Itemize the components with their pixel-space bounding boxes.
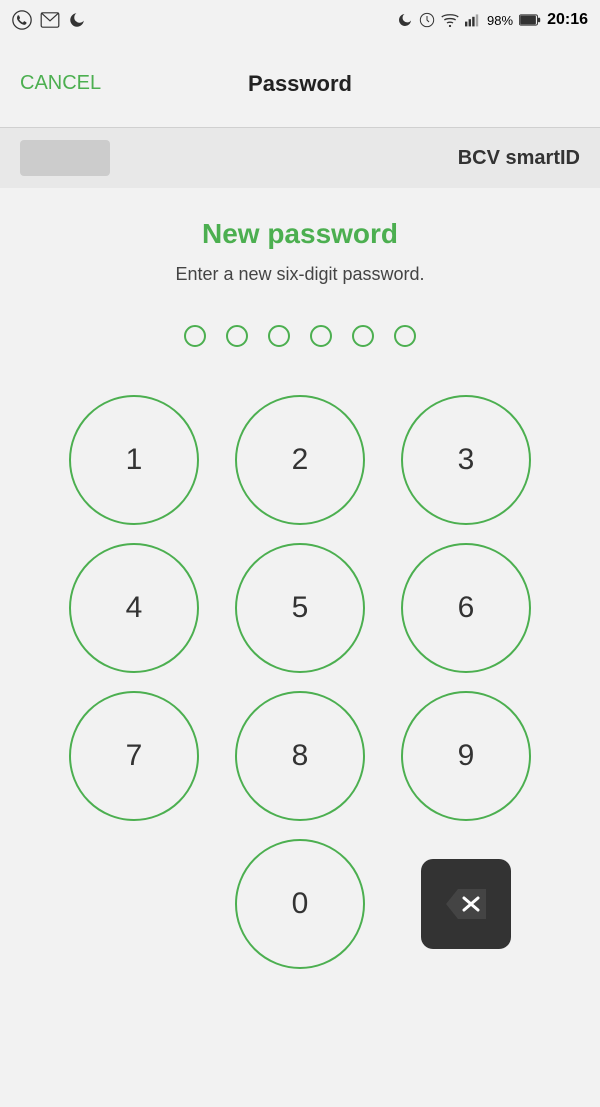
app-header: BCV smartID <box>0 128 600 188</box>
key-1[interactable]: 1 <box>69 395 199 525</box>
battery-percent: 98% <box>487 13 513 28</box>
new-password-title: New password <box>202 218 398 250</box>
key-8[interactable]: 8 <box>235 691 365 821</box>
digit-indicator-4 <box>310 325 332 347</box>
digit-indicator-2 <box>226 325 248 347</box>
delete-key-container <box>401 839 531 969</box>
keypad-row-2: 4 5 6 <box>69 543 531 673</box>
keypad: 1 2 3 4 5 6 7 8 9 0 <box>20 395 580 969</box>
wifi-icon <box>441 13 459 27</box>
keypad-row-1: 1 2 3 <box>69 395 531 525</box>
delete-button[interactable] <box>421 859 511 949</box>
main-content: New password Enter a new six-digit passw… <box>0 188 600 989</box>
nav-title: Password <box>248 71 352 97</box>
digit-indicator-1 <box>184 325 206 347</box>
delete-icon <box>446 889 486 919</box>
app-name-label: BCV smartID <box>458 147 580 170</box>
key-spacer <box>69 839 199 969</box>
key-7[interactable]: 7 <box>69 691 199 821</box>
key-3[interactable]: 3 <box>401 395 531 525</box>
new-password-subtitle: Enter a new six-digit password. <box>175 264 424 285</box>
digit-indicator-5 <box>352 325 374 347</box>
signal-icon <box>465 13 481 27</box>
status-left-icons <box>12 10 86 30</box>
key-9[interactable]: 9 <box>401 691 531 821</box>
digit-indicator-6 <box>394 325 416 347</box>
digit-indicators <box>184 325 416 347</box>
cancel-button[interactable]: CANCEL <box>20 72 101 95</box>
app-logo <box>20 140 110 176</box>
key-0[interactable]: 0 <box>235 839 365 969</box>
status-right-area: 98% 20:16 <box>397 11 588 29</box>
status-moon-icon <box>397 12 413 28</box>
mail-icon <box>40 12 60 28</box>
keypad-row-3: 7 8 9 <box>69 691 531 821</box>
moon-icon <box>68 11 86 29</box>
status-time: 20:16 <box>547 11 588 29</box>
key-2[interactable]: 2 <box>235 395 365 525</box>
key-5[interactable]: 5 <box>235 543 365 673</box>
key-4[interactable]: 4 <box>69 543 199 673</box>
clock-icon <box>419 12 435 28</box>
whatsapp-icon <box>12 10 32 30</box>
battery-icon <box>519 14 541 26</box>
nav-bar: CANCEL Password <box>0 40 600 128</box>
key-6[interactable]: 6 <box>401 543 531 673</box>
keypad-row-4: 0 <box>69 839 531 969</box>
status-bar: 98% 20:16 <box>0 0 600 40</box>
digit-indicator-3 <box>268 325 290 347</box>
